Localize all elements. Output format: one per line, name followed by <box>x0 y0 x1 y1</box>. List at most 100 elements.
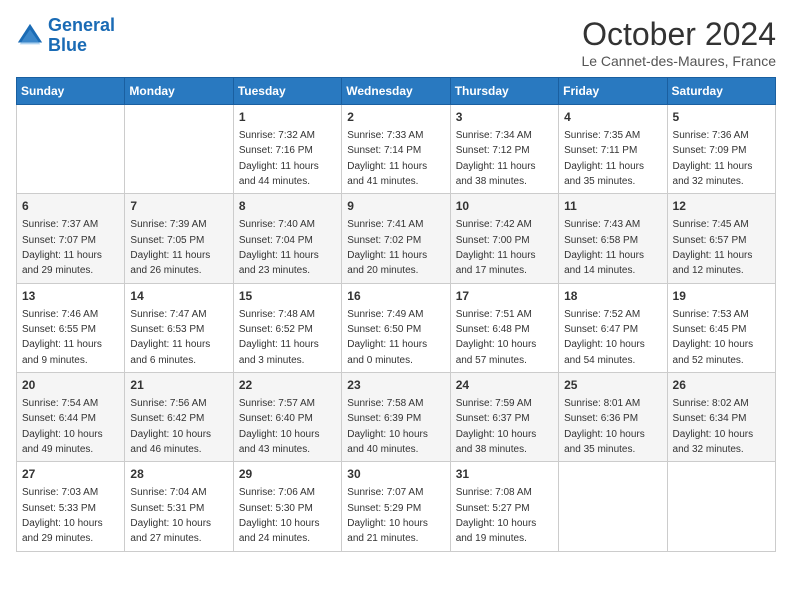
calendar-cell: 7 Sunrise: 7:39 AMSunset: 7:05 PMDaylight… <box>125 194 233 283</box>
day-info: Sunrise: 7:41 AMSunset: 7:02 PMDaylight:… <box>347 219 427 276</box>
calendar-week-row: 1 Sunrise: 7:32 AMSunset: 7:16 PMDaylight… <box>17 105 776 194</box>
day-number: 27 <box>22 466 119 483</box>
logo: General Blue <box>16 16 115 56</box>
calendar-cell <box>559 462 667 551</box>
calendar-cell: 10Sunrise: 7:42 AMSunset: 7:00 PMDayligh… <box>450 194 558 283</box>
day-info: Sunrise: 7:36 AMSunset: 7:09 PMDaylight:… <box>673 130 753 187</box>
calendar-week-row: 6 Sunrise: 7:37 AMSunset: 7:07 PMDaylight… <box>17 194 776 283</box>
day-info: Sunrise: 8:02 AMSunset: 6:34 PMDaylight:… <box>673 398 754 455</box>
logo-icon <box>16 22 44 50</box>
calendar-cell: 28 Sunrise: 7:04 AMSunset: 5:31 PMDayligh… <box>125 462 233 551</box>
calendar-cell: 18Sunrise: 7:52 AMSunset: 6:47 PMDayligh… <box>559 283 667 372</box>
day-info: Sunrise: 7:47 AMSunset: 6:53 PMDaylight:… <box>130 309 210 366</box>
day-number: 11 <box>564 198 661 215</box>
day-number: 31 <box>456 466 553 483</box>
day-number: 12 <box>673 198 770 215</box>
day-number: 7 <box>130 198 227 215</box>
day-info: Sunrise: 7:54 AMSunset: 6:44 PMDaylight:… <box>22 398 103 455</box>
day-info: Sunrise: 7:53 AMSunset: 6:45 PMDaylight:… <box>673 309 754 366</box>
day-info: Sunrise: 7:37 AMSunset: 7:07 PMDaylight:… <box>22 219 102 276</box>
calendar-week-row: 13 Sunrise: 7:46 AMSunset: 6:55 PMDayligh… <box>17 283 776 372</box>
day-number: 19 <box>673 288 770 305</box>
day-info: Sunrise: 7:07 AMSunset: 5:29 PMDaylight:… <box>347 487 428 544</box>
calendar-cell: 27Sunrise: 7:03 AMSunset: 5:33 PMDayligh… <box>17 462 125 551</box>
day-info: Sunrise: 7:49 AMSunset: 6:50 PMDaylight:… <box>347 309 427 366</box>
day-number: 18 <box>564 288 661 305</box>
weekday-row: SundayMondayTuesdayWednesdayThursdayFrid… <box>17 78 776 105</box>
day-number: 6 <box>22 198 119 215</box>
title-block: October 2024 Le Cannet-des-Maures, Franc… <box>581 16 776 69</box>
day-number: 25 <box>564 377 661 394</box>
calendar-cell: 24 Sunrise: 7:59 AMSunset: 6:37 PMDayligh… <box>450 373 558 462</box>
day-number: 26 <box>673 377 770 394</box>
day-info: Sunrise: 7:35 AMSunset: 7:11 PMDaylight:… <box>564 130 644 187</box>
day-info: Sunrise: 7:56 AMSunset: 6:42 PMDaylight:… <box>130 398 211 455</box>
calendar-cell: 4Sunrise: 7:35 AMSunset: 7:11 PMDaylight… <box>559 105 667 194</box>
calendar-cell: 20 Sunrise: 7:54 AMSunset: 6:44 PMDayligh… <box>17 373 125 462</box>
day-number: 9 <box>347 198 444 215</box>
day-number: 15 <box>239 288 336 305</box>
day-number: 3 <box>456 109 553 126</box>
day-number: 20 <box>22 377 119 394</box>
calendar-cell: 23 Sunrise: 7:58 AMSunset: 6:39 PMDayligh… <box>342 373 450 462</box>
day-info: Sunrise: 8:01 AMSunset: 6:36 PMDaylight:… <box>564 398 645 455</box>
weekday-header: Wednesday <box>342 78 450 105</box>
calendar-cell: 16 Sunrise: 7:49 AMSunset: 6:50 PMDayligh… <box>342 283 450 372</box>
day-info: Sunrise: 7:33 AMSunset: 7:14 PMDaylight:… <box>347 130 427 187</box>
calendar-cell: 5Sunrise: 7:36 AMSunset: 7:09 PMDaylight… <box>667 105 775 194</box>
calendar-cell: 11 Sunrise: 7:43 AMSunset: 6:58 PMDayligh… <box>559 194 667 283</box>
day-info: Sunrise: 7:45 AMSunset: 6:57 PMDaylight:… <box>673 219 753 276</box>
day-number: 2 <box>347 109 444 126</box>
calendar-cell: 6 Sunrise: 7:37 AMSunset: 7:07 PMDaylight… <box>17 194 125 283</box>
day-info: Sunrise: 7:57 AMSunset: 6:40 PMDaylight:… <box>239 398 320 455</box>
day-info: Sunrise: 7:46 AMSunset: 6:55 PMDaylight:… <box>22 309 102 366</box>
calendar-cell: 9 Sunrise: 7:41 AMSunset: 7:02 PMDaylight… <box>342 194 450 283</box>
logo-text: General Blue <box>48 16 115 56</box>
month-title: October 2024 <box>581 16 776 53</box>
calendar-cell: 21Sunrise: 7:56 AMSunset: 6:42 PMDayligh… <box>125 373 233 462</box>
day-info: Sunrise: 7:04 AMSunset: 5:31 PMDaylight:… <box>130 487 211 544</box>
weekday-header: Friday <box>559 78 667 105</box>
day-info: Sunrise: 7:51 AMSunset: 6:48 PMDaylight:… <box>456 309 537 366</box>
day-info: Sunrise: 7:39 AMSunset: 7:05 PMDaylight:… <box>130 219 210 276</box>
weekday-header: Thursday <box>450 78 558 105</box>
day-number: 28 <box>130 466 227 483</box>
day-info: Sunrise: 7:32 AMSunset: 7:16 PMDaylight:… <box>239 130 319 187</box>
calendar-cell: 8Sunrise: 7:40 AMSunset: 7:04 PMDaylight… <box>233 194 341 283</box>
day-number: 23 <box>347 377 444 394</box>
calendar-cell <box>17 105 125 194</box>
day-number: 30 <box>347 466 444 483</box>
weekday-header: Monday <box>125 78 233 105</box>
day-number: 1 <box>239 109 336 126</box>
calendar-header: SundayMondayTuesdayWednesdayThursdayFrid… <box>17 78 776 105</box>
calendar-cell: 29 Sunrise: 7:06 AMSunset: 5:30 PMDayligh… <box>233 462 341 551</box>
day-info: Sunrise: 7:58 AMSunset: 6:39 PMDaylight:… <box>347 398 428 455</box>
calendar-week-row: 27Sunrise: 7:03 AMSunset: 5:33 PMDayligh… <box>17 462 776 551</box>
page-header: General Blue October 2024 Le Cannet-des-… <box>16 16 776 69</box>
weekday-header: Tuesday <box>233 78 341 105</box>
calendar-cell: 2 Sunrise: 7:33 AMSunset: 7:14 PMDaylight… <box>342 105 450 194</box>
location: Le Cannet-des-Maures, France <box>581 53 776 69</box>
calendar-cell: 1 Sunrise: 7:32 AMSunset: 7:16 PMDaylight… <box>233 105 341 194</box>
day-number: 10 <box>456 198 553 215</box>
day-number: 29 <box>239 466 336 483</box>
weekday-header: Sunday <box>17 78 125 105</box>
day-number: 16 <box>347 288 444 305</box>
day-number: 17 <box>456 288 553 305</box>
day-info: Sunrise: 7:43 AMSunset: 6:58 PMDaylight:… <box>564 219 644 276</box>
day-number: 24 <box>456 377 553 394</box>
calendar-cell: 25 Sunrise: 8:01 AMSunset: 6:36 PMDayligh… <box>559 373 667 462</box>
calendar-cell: 17 Sunrise: 7:51 AMSunset: 6:48 PMDayligh… <box>450 283 558 372</box>
day-info: Sunrise: 7:48 AMSunset: 6:52 PMDaylight:… <box>239 309 319 366</box>
calendar-cell: 26 Sunrise: 8:02 AMSunset: 6:34 PMDayligh… <box>667 373 775 462</box>
calendar-week-row: 20 Sunrise: 7:54 AMSunset: 6:44 PMDayligh… <box>17 373 776 462</box>
day-number: 13 <box>22 288 119 305</box>
calendar-cell: 3Sunrise: 7:34 AMSunset: 7:12 PMDaylight… <box>450 105 558 194</box>
calendar-cell: 22Sunrise: 7:57 AMSunset: 6:40 PMDayligh… <box>233 373 341 462</box>
logo-line1: General <box>48 15 115 35</box>
day-info: Sunrise: 7:06 AMSunset: 5:30 PMDaylight:… <box>239 487 320 544</box>
calendar-cell: 15 Sunrise: 7:48 AMSunset: 6:52 PMDayligh… <box>233 283 341 372</box>
day-info: Sunrise: 7:59 AMSunset: 6:37 PMDaylight:… <box>456 398 537 455</box>
logo-line2: Blue <box>48 35 87 55</box>
calendar-cell <box>667 462 775 551</box>
